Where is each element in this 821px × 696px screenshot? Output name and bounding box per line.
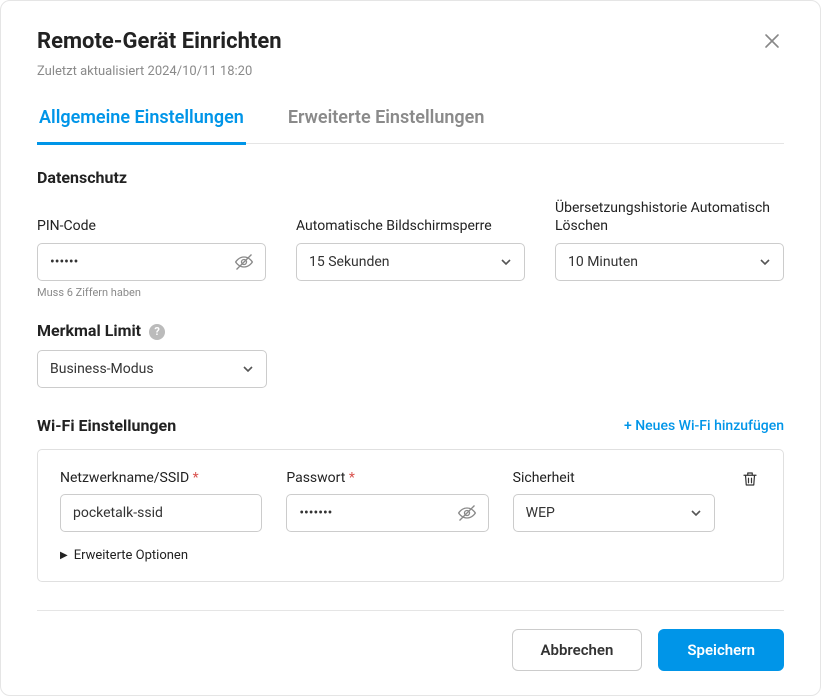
triangle-right-icon: ▶ bbox=[60, 550, 68, 561]
chevron-down-icon bbox=[759, 256, 771, 268]
eye-off-icon bbox=[234, 252, 254, 272]
eye-off-icon bbox=[457, 503, 477, 523]
tabs: Allgemeine Einstellungen Erweiterte Eins… bbox=[37, 107, 784, 144]
pin-visibility-toggle[interactable] bbox=[232, 250, 256, 274]
divider bbox=[37, 610, 784, 611]
chevron-down-icon bbox=[242, 363, 254, 375]
feature-limit-select[interactable]: Business-Modus bbox=[37, 350, 267, 388]
section-wifi: Wi-Fi Einstellungen bbox=[37, 416, 176, 435]
chevron-down-icon bbox=[690, 507, 702, 519]
pin-hint: Muss 6 Ziffern haben bbox=[37, 286, 266, 299]
feature-limit-label: Merkmal Limit ? bbox=[37, 321, 165, 340]
close-icon bbox=[764, 33, 780, 49]
autodelete-value: 10 Minuten bbox=[568, 254, 638, 270]
screenlock-select[interactable]: 15 Sekunden bbox=[296, 243, 525, 281]
last-updated: Zuletzt aktualisiert 2024/10/11 18:20 bbox=[37, 64, 784, 79]
wifi-password-label: Passwort * bbox=[286, 470, 488, 486]
tab-advanced[interactable]: Erweiterte Einstellungen bbox=[286, 107, 487, 145]
tab-general[interactable]: Allgemeine Einstellungen bbox=[37, 107, 246, 145]
add-wifi-link[interactable]: + Neues Wi-Fi hinzufügen bbox=[624, 418, 784, 434]
autodelete-select[interactable]: 10 Minuten bbox=[555, 243, 784, 281]
security-select[interactable]: WEP bbox=[513, 494, 715, 532]
trash-icon bbox=[741, 470, 759, 488]
autodelete-label: Übersetzungshistorie Automatisch Löschen bbox=[555, 199, 784, 235]
close-button[interactable] bbox=[760, 29, 784, 53]
delete-wifi-button[interactable] bbox=[739, 468, 761, 490]
help-icon[interactable]: ? bbox=[149, 324, 165, 340]
dialog-title: Remote-Gerät Einrichten bbox=[37, 29, 282, 54]
feature-limit-value: Business-Modus bbox=[50, 361, 154, 377]
ssid-label: Netzwerkname/SSID * bbox=[60, 470, 262, 486]
security-value: WEP bbox=[526, 505, 555, 521]
wifi-password-visibility-toggle[interactable] bbox=[455, 501, 479, 525]
screenlock-value: 15 Sekunden bbox=[309, 254, 390, 270]
pin-label: PIN-Code bbox=[37, 199, 266, 235]
ssid-input[interactable] bbox=[60, 494, 262, 532]
security-label: Sicherheit bbox=[513, 470, 715, 486]
advanced-options-toggle[interactable]: ▶ Erweiterte Optionen bbox=[60, 548, 761, 563]
save-button[interactable]: Speichern bbox=[658, 629, 784, 671]
chevron-down-icon bbox=[500, 256, 512, 268]
modal-dialog: Remote-Gerät Einrichten Zuletzt aktualis… bbox=[0, 0, 821, 696]
screenlock-label: Automatische Bildschirmsperre bbox=[296, 199, 525, 235]
advanced-options-label: Erweiterte Optionen bbox=[74, 548, 188, 563]
wifi-entry: Netzwerkname/SSID * Passwort * Sicherhei… bbox=[37, 449, 784, 582]
cancel-button[interactable]: Abbrechen bbox=[512, 629, 643, 671]
section-privacy: Datenschutz bbox=[37, 168, 784, 187]
